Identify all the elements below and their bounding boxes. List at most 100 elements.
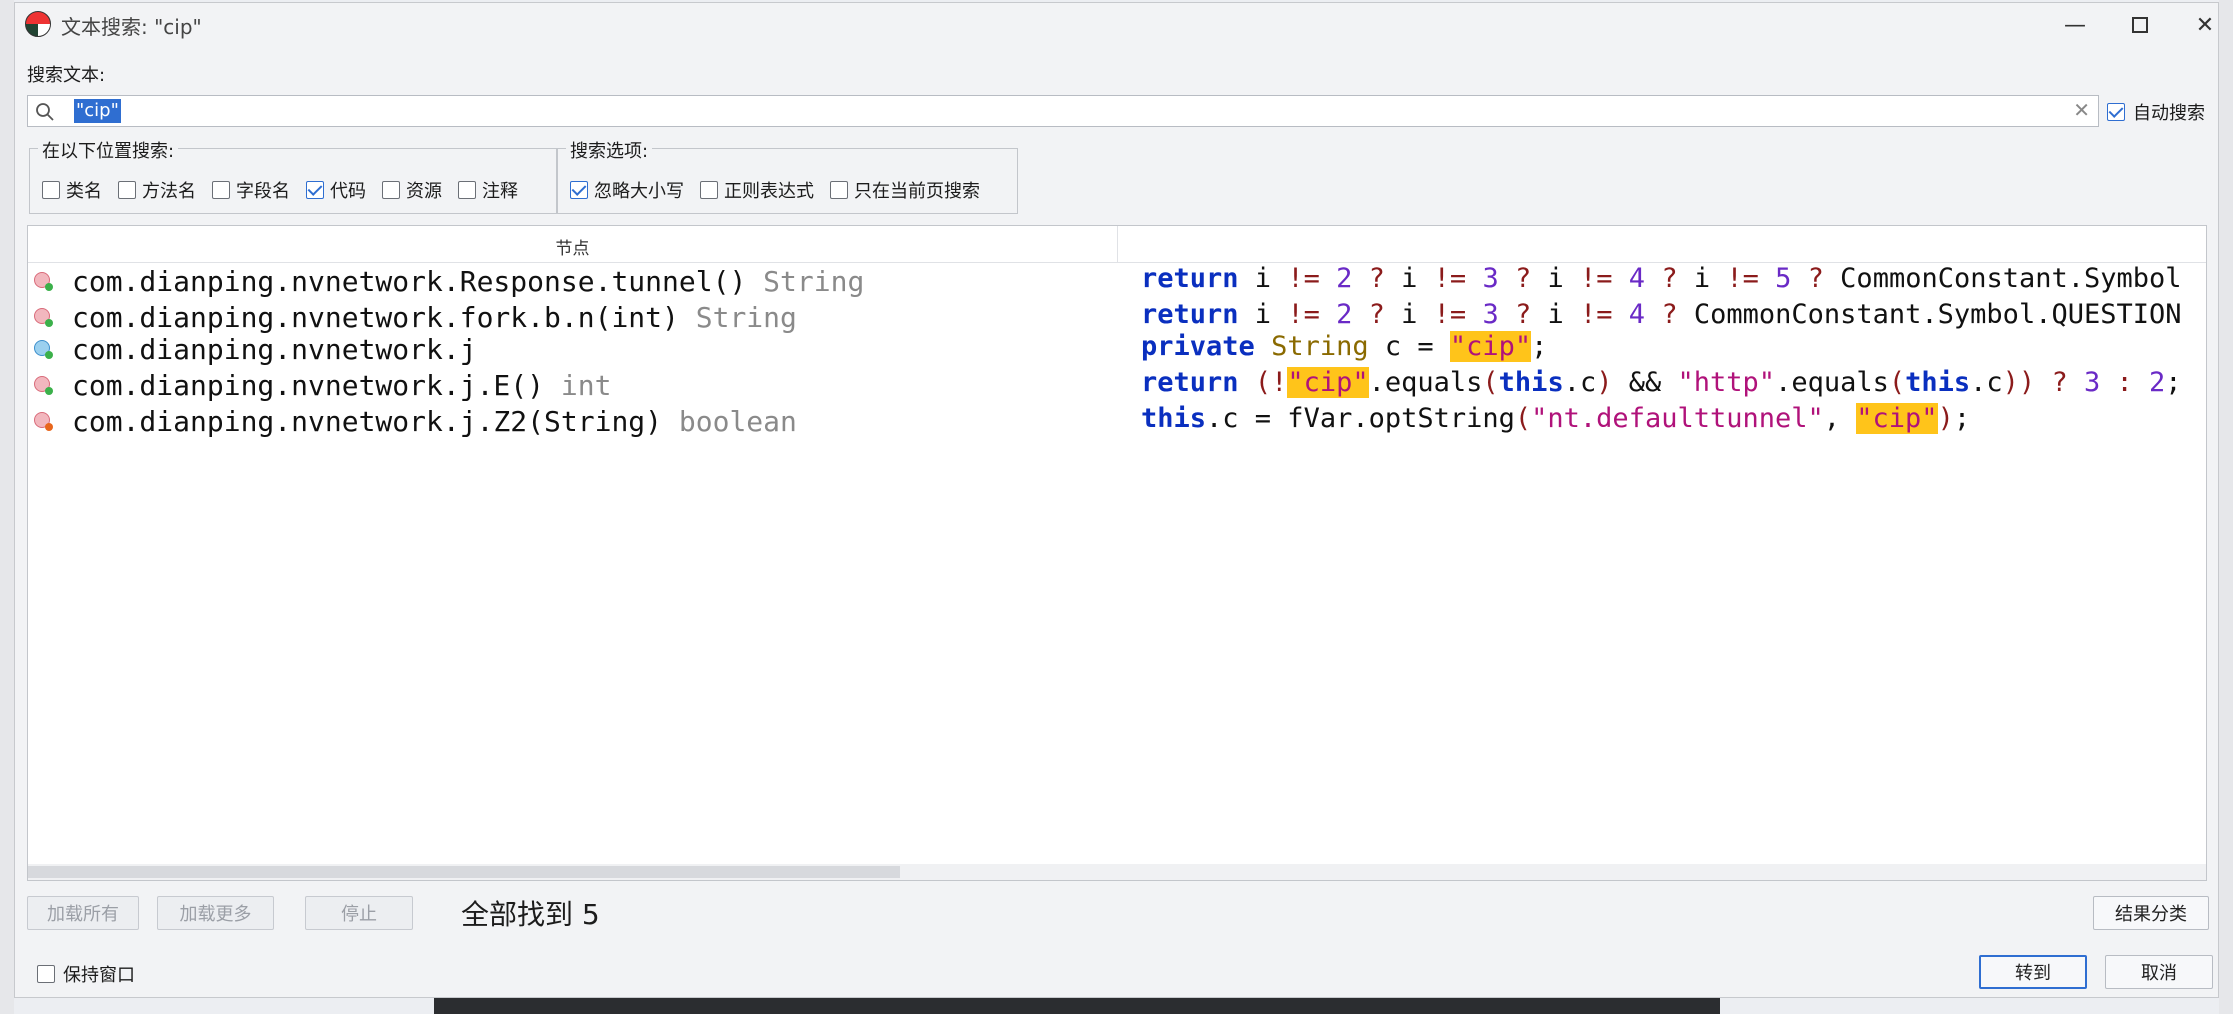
result-code: return (!"cip".equals(this.c) && "http".… [1141, 367, 2182, 398]
location-label-1: 方法名 [142, 181, 196, 202]
results-header: 节点 [28, 226, 2206, 263]
search-options-title: 搜索选项: [566, 137, 653, 163]
clear-search-icon[interactable]: ✕ [2073, 98, 2090, 122]
cancel-button[interactable]: 取消 [2105, 955, 2213, 989]
text-search-dialog: 文本搜索: "cip" — ✕ 搜索文本: "cip" ✕ 自动搜索 在以下位置… [14, 2, 2219, 998]
code-token: && [1612, 367, 1678, 398]
keep-window-label: 保持窗口 [63, 965, 135, 986]
horizontal-scrollbar[interactable] [28, 864, 2206, 880]
code-token: "cip" [1287, 367, 1369, 398]
location-label-0: 类名 [66, 181, 102, 202]
result-node-type: boolean [662, 405, 797, 438]
location-option-2[interactable]: 字段名 [212, 177, 290, 203]
location-option-4[interactable]: 资源 [382, 177, 442, 203]
code-token: != [1287, 299, 1320, 330]
search-option-option-2[interactable]: 只在当前页搜索 [830, 177, 980, 203]
location-checkbox-4[interactable] [382, 181, 400, 199]
code-token: "http" [1677, 367, 1776, 398]
code-token: "cip" [1856, 403, 1938, 434]
search-location-group: 在以下位置搜索: 类名 方法名 字段名 代码 资源 注释 [29, 137, 557, 214]
code-token: this [1905, 367, 1971, 398]
code-token: ? [1368, 263, 1385, 294]
maximize-button[interactable] [2120, 9, 2160, 41]
search-value[interactable]: "cip" [74, 99, 121, 123]
location-checkbox-0[interactable] [42, 181, 60, 199]
goto-button[interactable]: 转到 [1979, 955, 2087, 989]
location-checkbox-2[interactable] [212, 181, 230, 199]
found-count: 全部找到 5 [461, 898, 600, 931]
location-checkbox-3[interactable] [306, 181, 324, 199]
search-option-items: 忽略大小写 正则表达式 只在当前页搜索 [570, 177, 996, 203]
search-input[interactable]: "cip" ✕ [27, 95, 2099, 127]
code-token: "nt.defaulttunnel" [1531, 403, 1824, 434]
auto-search-check-icon[interactable] [2107, 103, 2125, 121]
result-node-type: String [746, 265, 865, 298]
minimize-button[interactable]: — [2055, 9, 2095, 41]
search-option-option-1[interactable]: 正则表达式 [700, 177, 814, 203]
code-token: i [1384, 263, 1434, 294]
result-node: com.dianping.nvnetwork.j [72, 333, 477, 366]
code-token: return [1141, 299, 1239, 330]
search-option-checkbox-0[interactable] [570, 181, 588, 199]
table-row[interactable]: com.dianping.nvnetwork.Response.tunnel()… [28, 262, 2206, 298]
location-checkbox-1[interactable] [118, 181, 136, 199]
results-table: 节点 com.dianping.nvnetwork.Response.tunne… [27, 225, 2207, 881]
method-icon [34, 308, 53, 327]
app-logo-icon [25, 11, 51, 37]
method-icon [34, 412, 53, 431]
auto-search-checkbox[interactable]: 自动搜索 [2107, 99, 2205, 125]
load-all-button[interactable]: 加载所有 [27, 896, 139, 930]
close-button[interactable]: ✕ [2185, 9, 2225, 41]
horizontal-scrollbar-thumb[interactable] [28, 866, 900, 878]
code-token: 3 [2067, 367, 2117, 398]
table-row[interactable]: com.dianping.nvnetwork.j private String c… [28, 330, 2206, 366]
code-token: != [1287, 263, 1320, 294]
location-label-4: 资源 [406, 181, 442, 202]
location-option-0[interactable]: 类名 [42, 177, 102, 203]
code-token: ? [1514, 299, 1532, 330]
keep-window-check-icon[interactable] [37, 965, 55, 983]
code-token: CommonConstant.Symbol.QUESTION [1677, 299, 2182, 330]
code-token: ( [1514, 403, 1532, 434]
code-token: 5 [1758, 263, 1808, 294]
search-option-label-1: 正则表达式 [724, 181, 814, 202]
result-node: com.dianping.nvnetwork.j.Z2(String) bool… [72, 405, 797, 438]
code-token: i [1677, 263, 1727, 294]
code-token: ( [1482, 367, 1499, 398]
location-label-3: 代码 [330, 181, 366, 202]
window-title: 文本搜索: "cip" [61, 15, 202, 39]
code-token: ? [1661, 299, 1678, 330]
table-row[interactable]: com.dianping.nvnetwork.j.E() int return (… [28, 366, 2206, 402]
table-row[interactable]: com.dianping.nvnetwork.j.Z2(String) bool… [28, 402, 2206, 438]
code-token: ; [1953, 403, 1971, 434]
search-option-checkbox-2[interactable] [830, 181, 848, 199]
code-token: 4 [1612, 299, 1662, 330]
code-token: return [1141, 367, 1239, 398]
code-token: != [1433, 263, 1467, 294]
code-token: , [1823, 403, 1857, 434]
location-option-3[interactable]: 代码 [306, 177, 366, 203]
code-token: != [1433, 299, 1467, 330]
code-token: i [1384, 299, 1434, 330]
table-row[interactable]: com.dianping.nvnetwork.fork.b.n(int) Str… [28, 298, 2206, 334]
code-token: i [1238, 263, 1288, 294]
search-option-checkbox-1[interactable] [700, 181, 718, 199]
location-option-1[interactable]: 方法名 [118, 177, 196, 203]
column-divider[interactable] [1117, 226, 1118, 262]
classify-results-button[interactable]: 结果分类 [2093, 896, 2209, 930]
stop-button[interactable]: 停止 [305, 896, 413, 930]
search-option-option-0[interactable]: 忽略大小写 [570, 177, 684, 203]
load-more-button[interactable]: 加载更多 [157, 896, 274, 930]
keep-window-checkbox[interactable]: 保持窗口 [37, 961, 135, 987]
code-token: ? [1807, 263, 1824, 294]
title-bar[interactable]: 文本搜索: "cip" — ✕ [15, 3, 2218, 47]
code-token: CommonConstant.Symbol [1823, 263, 2182, 294]
location-checkbox-5[interactable] [458, 181, 476, 199]
code-token: ) [1596, 367, 1613, 398]
column-header-node[interactable]: 节点 [28, 234, 1117, 259]
background-app-left [0, 0, 14, 1014]
location-option-5[interactable]: 注释 [458, 177, 518, 203]
code-token: ; [2165, 367, 2182, 398]
search-location-options: 类名 方法名 字段名 代码 资源 注释 [42, 177, 534, 203]
